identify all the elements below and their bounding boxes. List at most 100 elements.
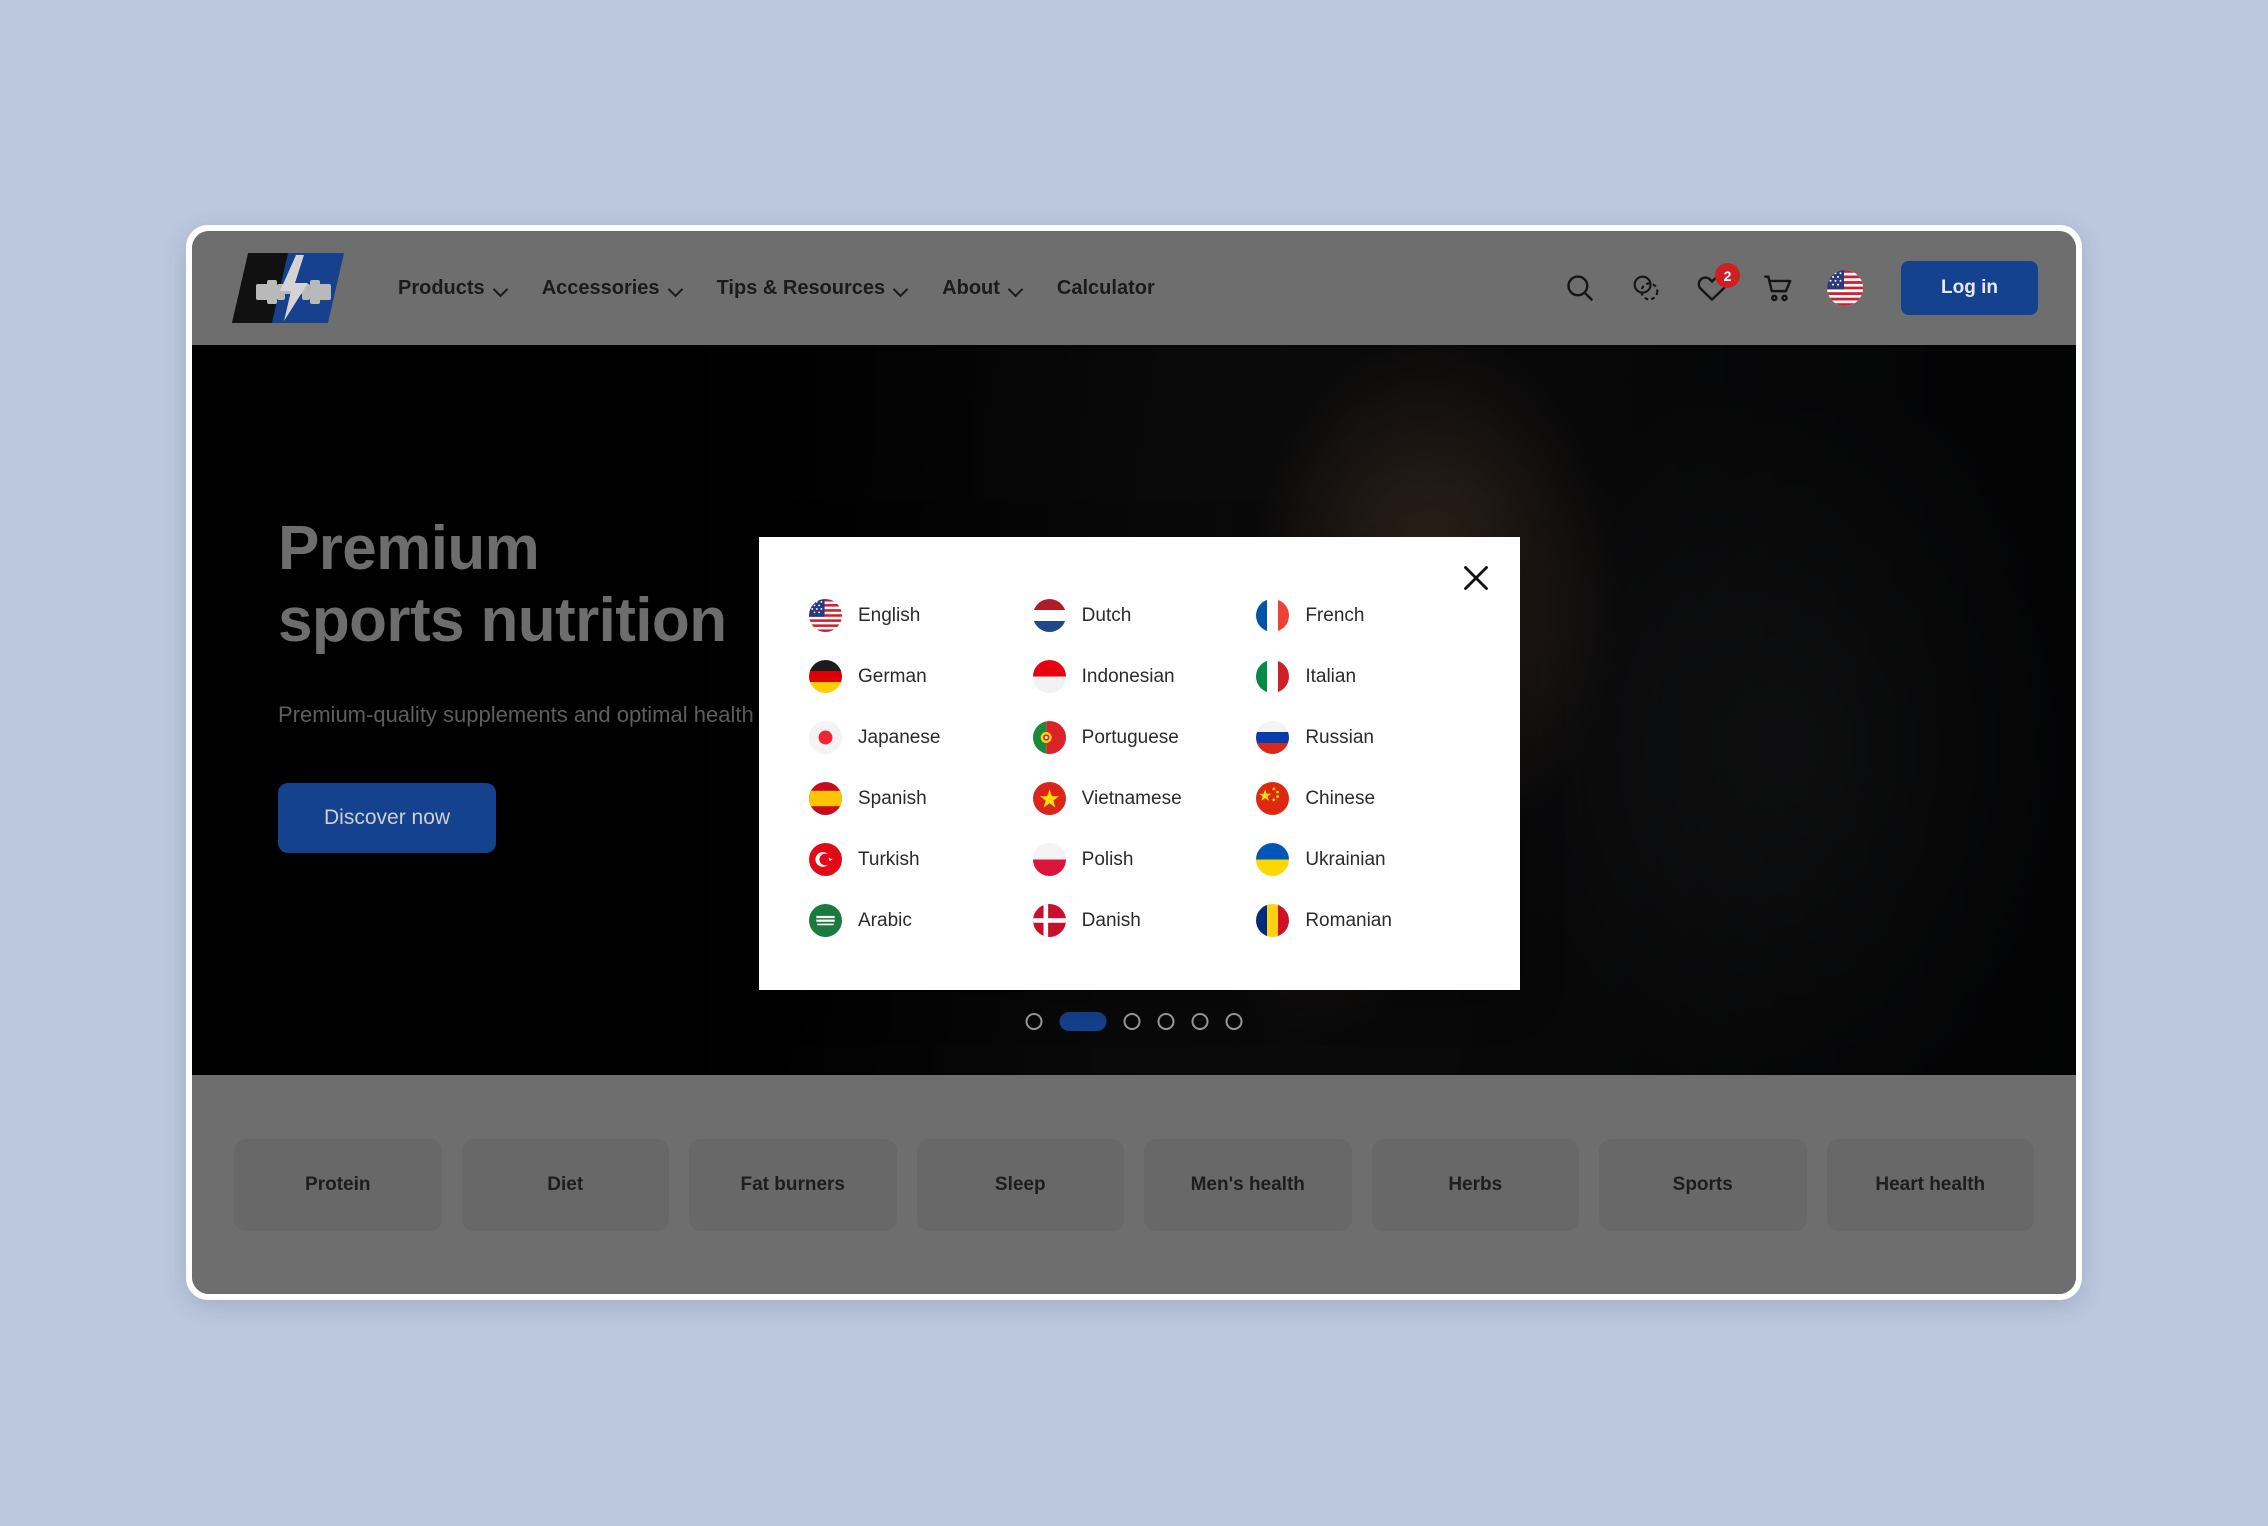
language-label: Polish <box>1081 848 1134 870</box>
language-label: Danish <box>1081 909 1141 931</box>
nav-item-products[interactable]: Products <box>398 277 508 300</box>
language-option-japanese[interactable]: Japanese <box>809 717 1023 758</box>
us-flag-icon <box>1827 270 1864 306</box>
language-label: Dutch <box>1081 604 1132 626</box>
it-flag-icon <box>1256 660 1290 693</box>
language-option-portuguese[interactable]: Portuguese <box>1032 717 1247 758</box>
header-actions: 2 Log in <box>1563 261 2038 315</box>
language-option-german[interactable]: German <box>809 656 1023 697</box>
language-selector-flag[interactable] <box>1827 270 1864 306</box>
ua-flag-icon <box>1256 843 1290 876</box>
discover-now-button[interactable]: Discover now <box>278 782 497 853</box>
dk-flag-icon <box>1032 904 1066 937</box>
de-flag-icon <box>809 660 842 693</box>
language-option-english[interactable]: English <box>809 595 1023 636</box>
language-option-indonesian[interactable]: Indonesian <box>1032 656 1247 697</box>
language-label: Japanese <box>858 726 941 748</box>
nav-item-accessories[interactable]: Accessories <box>542 277 683 300</box>
page-surface: Products Accessories Tips & Resources Ab… <box>192 231 2076 1294</box>
wishlist-icon[interactable]: 2 <box>1695 263 1741 305</box>
nl-flag-icon <box>1032 599 1066 632</box>
cart-icon[interactable] <box>1761 271 1795 305</box>
search-icon[interactable] <box>1563 271 1597 305</box>
fr-flag-icon <box>1256 599 1290 632</box>
compare-icon[interactable] <box>1629 271 1663 305</box>
language-option-russian[interactable]: Russian <box>1256 717 1470 758</box>
nav-item-tips-resources[interactable]: Tips & Resources <box>717 277 909 300</box>
category-mens-health[interactable]: Men's health <box>1144 1138 1352 1231</box>
pt-flag-icon <box>1032 721 1066 754</box>
nav-label: Accessories <box>541 276 660 299</box>
carousel-dot-5[interactable] <box>1191 1013 1209 1030</box>
ro-flag-icon <box>1256 904 1290 937</box>
language-label: Russian <box>1305 726 1374 748</box>
language-option-arabic[interactable]: Arabic <box>809 900 1023 941</box>
language-label: French <box>1305 604 1365 626</box>
carousel-dot-1[interactable] <box>1025 1013 1043 1030</box>
login-button[interactable]: Log in <box>1901 261 2038 315</box>
jp-flag-icon <box>809 721 842 754</box>
language-option-spanish[interactable]: Spanish <box>809 778 1023 819</box>
cn-flag-icon <box>1256 782 1290 815</box>
language-option-ukrainian[interactable]: Ukrainian <box>1256 839 1470 880</box>
close-modal-button[interactable] <box>1458 560 1494 596</box>
language-label: Romanian <box>1305 909 1392 931</box>
wishlist-count-badge: 2 <box>1715 263 1741 288</box>
language-option-vietnamese[interactable]: Vietnamese <box>1032 778 1247 819</box>
sa-flag-icon <box>809 904 842 937</box>
language-label: Spanish <box>858 787 927 809</box>
language-label: English <box>858 604 921 626</box>
language-label: Vietnamese <box>1081 787 1182 809</box>
language-label: Portuguese <box>1081 726 1179 748</box>
nav-label: Tips & Resources <box>716 276 886 299</box>
carousel-dot-2[interactable] <box>1059 1012 1107 1031</box>
main-navigation: Products Accessories Tips & Resources Ab… <box>398 277 1155 300</box>
category-herbs[interactable]: Herbs <box>1371 1138 1579 1231</box>
tr-flag-icon <box>809 843 842 876</box>
carousel-dot-4[interactable] <box>1157 1013 1175 1030</box>
close-icon <box>1464 566 1488 590</box>
brand-logo[interactable] <box>231 251 352 325</box>
category-protein[interactable]: Protein <box>234 1138 442 1231</box>
nav-label: Products <box>398 276 485 299</box>
language-label: Chinese <box>1305 787 1376 809</box>
language-label: Ukrainian <box>1305 848 1386 870</box>
language-option-romanian[interactable]: Romanian <box>1256 900 1470 941</box>
pl-flag-icon <box>1032 843 1066 876</box>
language-option-polish[interactable]: Polish <box>1032 839 1247 880</box>
hero-subtitle: Premium-quality supplements and optimal … <box>278 701 754 727</box>
language-label: Turkish <box>858 848 920 870</box>
nav-label: About <box>942 276 1000 299</box>
chevron-down-icon <box>494 284 508 292</box>
hero-content: Premium sports nutrition Premium-quality… <box>278 513 754 853</box>
nav-item-about[interactable]: About <box>942 277 1023 300</box>
language-option-french[interactable]: French <box>1256 595 1470 636</box>
language-label: German <box>858 665 927 687</box>
category-diet[interactable]: Diet <box>461 1138 669 1231</box>
carousel-dot-3[interactable] <box>1123 1013 1141 1030</box>
language-label: Italian <box>1305 665 1357 687</box>
carousel-pagination <box>1025 1012 1243 1031</box>
chevron-down-icon <box>894 284 908 292</box>
category-heart-health[interactable]: Heart health <box>1826 1138 2034 1231</box>
language-option-dutch[interactable]: Dutch <box>1032 595 1247 636</box>
language-option-turkish[interactable]: Turkish <box>809 839 1023 880</box>
language-grid: English Dutch French German Indonesian I… <box>809 595 1470 941</box>
id-flag-icon <box>1032 660 1066 693</box>
site-header: Products Accessories Tips & Resources Ab… <box>192 231 2076 345</box>
category-fat-burners[interactable]: Fat burners <box>689 1138 897 1231</box>
browser-window: Products Accessories Tips & Resources Ab… <box>186 225 2082 1300</box>
ru-flag-icon <box>1256 721 1290 754</box>
us-flag-icon <box>809 599 842 632</box>
language-option-danish[interactable]: Danish <box>1032 900 1247 941</box>
carousel-dot-6[interactable] <box>1225 1013 1243 1030</box>
language-label: Indonesian <box>1081 665 1175 687</box>
language-option-italian[interactable]: Italian <box>1256 656 1470 697</box>
chevron-down-icon <box>669 284 683 292</box>
category-strip: Protein Diet Fat burners Sleep Men's hea… <box>192 1075 2076 1294</box>
language-label: Arabic <box>858 909 912 931</box>
category-sleep[interactable]: Sleep <box>916 1138 1124 1231</box>
language-option-chinese[interactable]: Chinese <box>1256 778 1470 819</box>
category-sports[interactable]: Sports <box>1599 1138 1807 1231</box>
nav-item-calculator[interactable]: Calculator <box>1057 277 1155 300</box>
